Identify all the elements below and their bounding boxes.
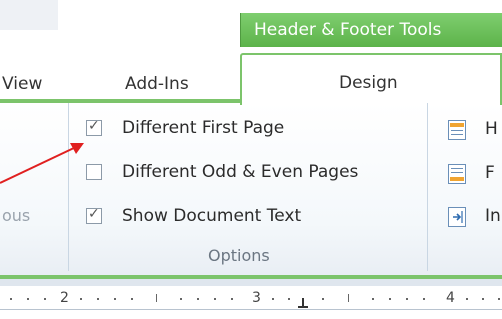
annotation-arrow-icon: [0, 143, 84, 184]
